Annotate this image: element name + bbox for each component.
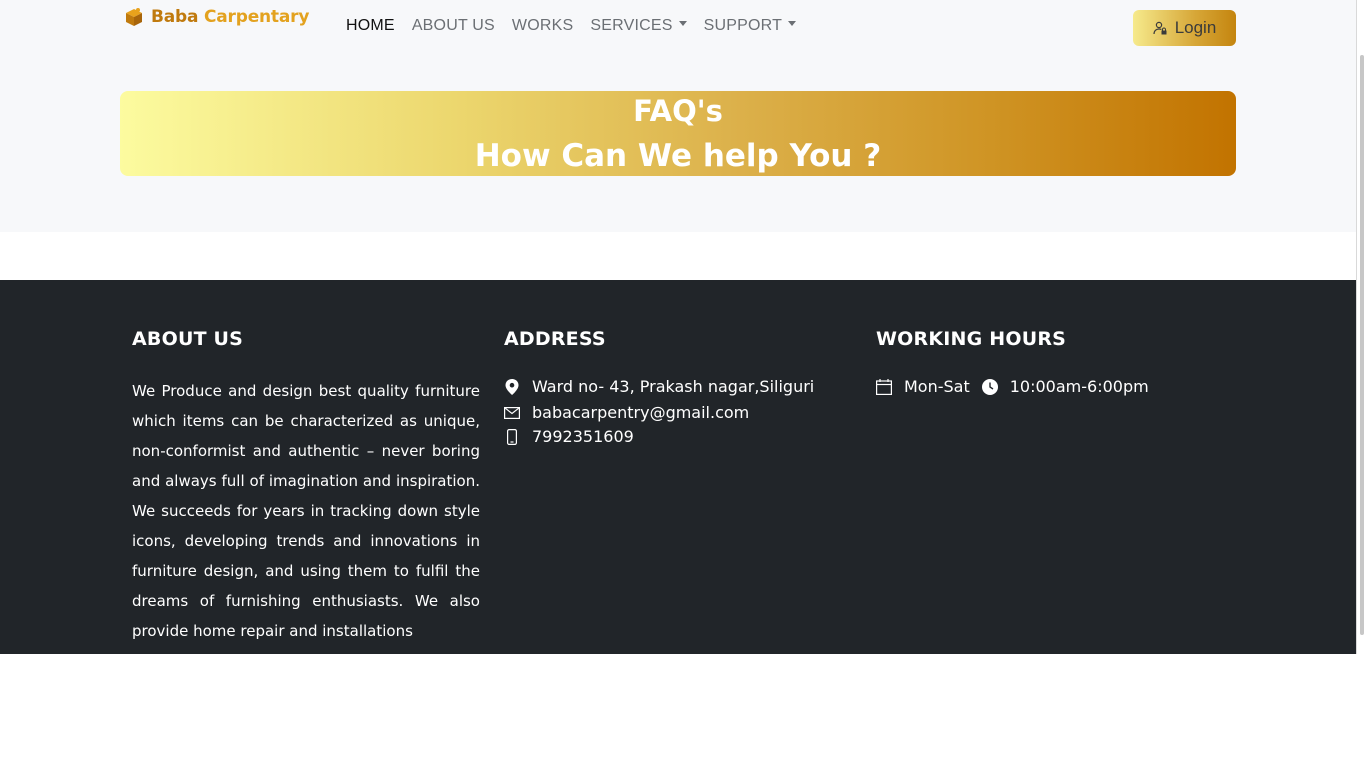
nav-works[interactable]: WORKS (512, 17, 573, 35)
hours-time: 10:00am-6:00pm (1009, 377, 1149, 396)
top-section: Baba Carpentary HOME ABOUT US WORKS SERV… (0, 0, 1356, 232)
address-phone[interactable]: 7992351609 (532, 427, 634, 446)
nav-services-label: SERVICES (590, 17, 673, 34)
brand-name-part2: Carpentary (204, 7, 310, 27)
brand-logo[interactable]: Baba Carpentary (123, 6, 309, 28)
faq-hero-banner: FAQ's How Can We help You ? (120, 91, 1236, 176)
nav-support-label: SUPPORT (703, 17, 783, 34)
clock-icon (981, 378, 998, 395)
brand-name-part1: Baba (151, 7, 199, 27)
main-nav: HOME ABOUT US WORKS SERVICES SUPPORT (346, 17, 813, 35)
page: Baba Carpentary HOME ABOUT US WORKS SERV… (0, 0, 1356, 768)
working-hours-row: Mon-Sat 10:00am-6:00pm (876, 377, 1149, 396)
logo-icon (126, 8, 142, 26)
address-email[interactable]: babacarpentry@gmail.com (532, 403, 749, 422)
login-label: Login (1174, 18, 1217, 37)
envelope-icon (504, 405, 520, 421)
footer-address-title: ADDRESS (504, 328, 606, 350)
calendar-icon (876, 378, 892, 395)
phone-icon (504, 428, 520, 445)
chevron-down-icon (788, 21, 797, 27)
footer: ABOUT US We Produce and design best qual… (0, 280, 1356, 654)
chevron-down-icon (678, 21, 687, 27)
hours-days: Mon-Sat (904, 377, 970, 396)
nav-support[interactable]: SUPPORT (703, 17, 797, 35)
footer-about-text: We Produce and design best quality furni… (132, 382, 480, 640)
footer-hours-title: WORKING HOURS (876, 328, 1067, 350)
scrollbar-thumb[interactable] (1360, 55, 1364, 635)
hero-subtitle: How Can We help You ? (474, 138, 882, 174)
nav-home[interactable]: HOME (346, 17, 395, 35)
footer-about-title: ABOUT US (132, 328, 244, 350)
map-pin-icon (504, 378, 520, 395)
address-phone-row: 7992351609 (504, 427, 634, 446)
nav-about-us[interactable]: ABOUT US (412, 17, 495, 35)
login-button[interactable]: Login (1133, 10, 1236, 46)
nav-services[interactable]: SERVICES (590, 17, 687, 35)
user-lock-icon (1153, 21, 1167, 35)
address-location: Ward no- 43, Prakash nagar,Siliguri (532, 377, 815, 396)
address-email-row: babacarpentry@gmail.com (504, 403, 749, 422)
scrollbar[interactable] (1356, 0, 1366, 654)
hero-title: FAQ's (633, 94, 723, 128)
address-location-row: Ward no- 43, Prakash nagar,Siliguri (504, 377, 814, 396)
